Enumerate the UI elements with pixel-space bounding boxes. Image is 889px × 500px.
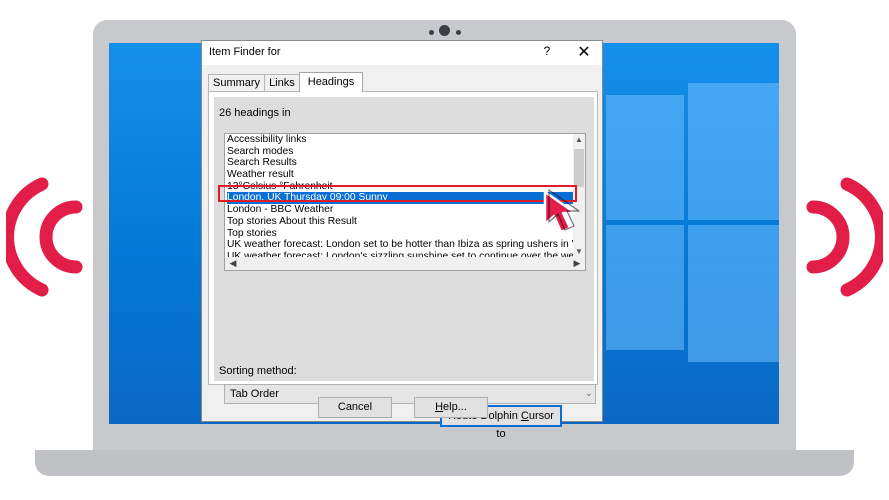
help-question-button[interactable]: ? xyxy=(540,44,554,60)
windows-logo-icon xyxy=(606,43,779,424)
list-item[interactable]: UK weather forecast: London set to be ho… xyxy=(227,239,581,251)
list-item-selected[interactable]: London, UK Thursday 09:00 Sunny xyxy=(227,192,581,205)
help-button-accelerator: H xyxy=(435,401,444,413)
list-item[interactable]: Search modes xyxy=(227,146,581,158)
tab-headings[interactable]: Headings xyxy=(298,72,364,92)
cancel-button[interactable]: Cancel xyxy=(318,397,392,418)
dialog-titlebar: Item Finder for ? ✕ xyxy=(202,41,602,65)
list-item[interactable]: London - BBC Weather xyxy=(227,204,581,216)
sound-wave-left-icon xyxy=(6,177,83,297)
tab-links[interactable]: Links xyxy=(264,74,300,92)
horizontal-scrollbar[interactable]: ◀ ▶ xyxy=(225,257,585,270)
list-item[interactable]: 13°Celsius °Fahrenheit xyxy=(227,181,581,193)
close-button[interactable]: ✕ xyxy=(572,42,596,62)
headings-tab-panel: 26 headings in Accessibility links Searc… xyxy=(208,91,598,440)
help-button-label: elp... xyxy=(443,401,467,413)
dialog-title: Item Finder for xyxy=(209,46,281,58)
scroll-thumb[interactable] xyxy=(574,149,584,187)
chevron-down-icon: ⌄ xyxy=(584,388,593,399)
camera-lens-icon xyxy=(439,25,450,36)
headings-list: Accessibility links Search modes Search … xyxy=(227,134,581,263)
camera-dot-icon xyxy=(456,30,461,35)
list-item[interactable]: Accessibility links xyxy=(227,134,581,146)
laptop-base xyxy=(35,450,854,476)
scroll-right-icon[interactable]: ▶ xyxy=(571,257,583,270)
sound-wave-right-icon xyxy=(806,177,883,297)
tab-strip: Summary Links Headings xyxy=(208,72,364,92)
list-item[interactable]: Weather result xyxy=(227,169,581,181)
list-item[interactable]: Search Results xyxy=(227,157,581,169)
list-item[interactable]: Top stories xyxy=(227,228,581,240)
camera-dot-icon xyxy=(429,30,434,35)
list-item[interactable]: Top stories About this Result xyxy=(227,216,581,228)
heading-count-label: 26 headings in xyxy=(219,107,291,119)
route-button-accelerator: C xyxy=(520,410,529,422)
sorting-method-label: Sorting method: xyxy=(219,365,297,377)
scroll-up-icon[interactable]: ▲ xyxy=(573,134,585,146)
sorting-method-value: Tab Order xyxy=(230,388,279,400)
tab-summary[interactable]: Summary xyxy=(208,74,266,92)
headings-listbox[interactable]: Accessibility links Search modes Search … xyxy=(224,133,586,271)
webcam xyxy=(0,25,889,37)
help-button[interactable]: Help... xyxy=(414,397,488,418)
mouse-pointer-icon xyxy=(543,189,580,234)
scroll-left-icon[interactable]: ◀ xyxy=(227,257,239,270)
headings-panel-body: 26 headings in Accessibility links Searc… xyxy=(214,97,596,440)
sorting-method-select[interactable]: Tab Order ⌄ xyxy=(224,384,596,404)
